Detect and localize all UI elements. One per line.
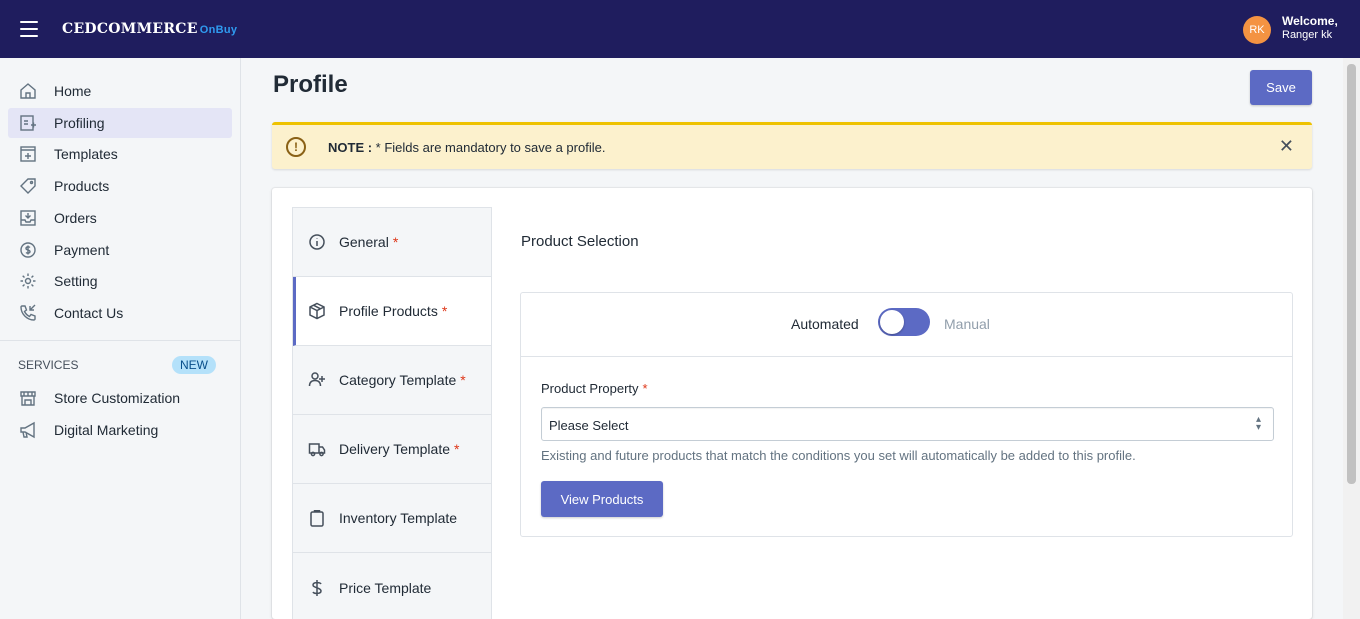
product-property-text: Product Property bbox=[541, 381, 639, 396]
sidebar-item-orders[interactable]: Orders bbox=[8, 203, 232, 233]
add-user-icon bbox=[307, 370, 327, 390]
phone-icon bbox=[18, 303, 38, 323]
required-mark: * bbox=[642, 381, 648, 396]
tab-profile-products[interactable]: Profile Products * bbox=[293, 277, 491, 346]
banner-message: NOTE : * Fields are mandatory to save a … bbox=[328, 140, 605, 155]
tab-delivery-template[interactable]: Delivery Template * bbox=[293, 415, 491, 484]
sidebar-item-label: Templates bbox=[54, 146, 118, 162]
tab-label: Profile Products bbox=[339, 303, 438, 319]
app-logo[interactable]: CEDCOMMERCE OnBuy bbox=[62, 21, 237, 37]
tab-label: Price Template bbox=[339, 579, 432, 596]
clipboard-icon bbox=[307, 508, 327, 528]
sidebar-item-payment[interactable]: Payment bbox=[8, 235, 232, 265]
sidebar-item-label: Digital Marketing bbox=[54, 422, 159, 438]
panel-divider bbox=[521, 356, 1292, 357]
logo-text: CEDCOMMERCE bbox=[62, 21, 198, 37]
hamburger-menu-icon[interactable] bbox=[20, 21, 38, 37]
orders-icon bbox=[18, 208, 38, 228]
truck-icon bbox=[307, 439, 327, 459]
note-banner: ! NOTE : * Fields are mandatory to save … bbox=[272, 122, 1312, 169]
sidebar-item-label: Store Customization bbox=[54, 390, 181, 406]
manual-label: Manual bbox=[944, 316, 990, 332]
logo-suffix: OnBuy bbox=[199, 24, 238, 36]
toggle-knob bbox=[880, 310, 904, 334]
templates-icon bbox=[18, 144, 38, 164]
tab-label: Category Template bbox=[339, 372, 457, 388]
sidebar-item-templates[interactable]: Templates bbox=[8, 139, 232, 169]
tag-icon bbox=[18, 176, 38, 196]
save-button[interactable]: Save bbox=[1250, 70, 1312, 105]
gear-icon bbox=[18, 271, 38, 291]
dollar-icon bbox=[18, 240, 38, 260]
user-menu[interactable]: Welcome, Ranger kk bbox=[1282, 14, 1338, 42]
welcome-text: Welcome, bbox=[1282, 14, 1338, 28]
tab-price-template[interactable]: Price Template bbox=[293, 553, 491, 619]
tab-label: General bbox=[339, 234, 389, 250]
product-property-label: Product Property * bbox=[541, 381, 648, 396]
view-products-button[interactable]: View Products bbox=[541, 481, 663, 517]
sidebar-item-label: Payment bbox=[54, 242, 110, 258]
megaphone-icon bbox=[18, 420, 38, 440]
sidebar-item-label: Contact Us bbox=[54, 305, 124, 321]
store-icon bbox=[18, 388, 38, 408]
user-name: Ranger kk bbox=[1282, 29, 1333, 41]
scrollbar[interactable] bbox=[1343, 58, 1360, 619]
tab-label: Inventory Template bbox=[339, 510, 458, 526]
box-icon bbox=[307, 301, 327, 321]
scrollbar-thumb[interactable] bbox=[1347, 64, 1356, 484]
sidebar-item-store-customization[interactable]: Store Customization bbox=[8, 383, 232, 413]
required-mark: * bbox=[460, 372, 466, 388]
product-property-select[interactable]: Please Select ▴ ▾ bbox=[541, 407, 1274, 441]
new-badge: NEW bbox=[172, 356, 216, 374]
sidebar-item-label: Profiling bbox=[54, 115, 105, 131]
tab-category-template[interactable]: Category Template * bbox=[293, 346, 491, 415]
product-selection-panel: Automated Manual Product Property * Pleas… bbox=[520, 292, 1293, 537]
sidebar-item-contact-us[interactable]: Contact Us bbox=[8, 298, 232, 328]
page-title: Profile bbox=[273, 71, 348, 98]
required-mark: * bbox=[454, 441, 460, 457]
sidebar-item-label: Products bbox=[54, 178, 110, 194]
warning-icon: ! bbox=[286, 137, 306, 157]
note-text: * Fields are mandatory to save a profile… bbox=[372, 140, 606, 155]
select-value: Please Select bbox=[549, 418, 629, 433]
info-icon bbox=[307, 232, 327, 252]
tab-general[interactable]: General * bbox=[293, 208, 491, 277]
select-caret-icon: ▴ ▾ bbox=[1255, 414, 1261, 433]
selection-mode-toggle[interactable] bbox=[878, 308, 930, 336]
home-icon bbox=[18, 81, 38, 101]
sidebar-item-label: Orders bbox=[54, 210, 97, 226]
sidebar-item-label: Setting bbox=[54, 273, 98, 289]
tab-inventory-template[interactable]: Inventory Template bbox=[293, 484, 491, 553]
tab-label: Delivery Template bbox=[339, 441, 451, 457]
avatar[interactable]: RK bbox=[1243, 16, 1271, 44]
note-label: NOTE : bbox=[328, 140, 373, 155]
sidebar-item-digital-marketing[interactable]: Digital Marketing bbox=[8, 415, 232, 445]
section-title: Product Selection bbox=[521, 233, 639, 250]
sidebar-item-label: Home bbox=[54, 83, 92, 99]
sidebar-item-profiling[interactable]: Profiling bbox=[8, 108, 232, 138]
profiling-icon bbox=[18, 113, 38, 133]
required-mark: * bbox=[441, 303, 448, 319]
sidebar: Home Profiling Templates Products Orders… bbox=[0, 58, 241, 619]
automated-label: Automated bbox=[791, 316, 859, 332]
help-text: Existing and future products that match … bbox=[541, 448, 1136, 463]
services-heading: SERVICES bbox=[18, 358, 79, 372]
sidebar-divider bbox=[0, 340, 240, 341]
close-icon[interactable]: ✕ bbox=[1279, 136, 1294, 157]
top-bar: CEDCOMMERCE OnBuy RK Welcome, Ranger kk bbox=[0, 0, 1360, 58]
sidebar-item-setting[interactable]: Setting bbox=[8, 266, 232, 296]
sidebar-item-products[interactable]: Products bbox=[8, 171, 232, 201]
sidebar-item-home[interactable]: Home bbox=[8, 76, 232, 106]
dollar-icon bbox=[307, 578, 327, 598]
profile-tabs: General * Profile Products * Category Temp… bbox=[292, 207, 492, 619]
required-mark: * bbox=[392, 234, 399, 250]
